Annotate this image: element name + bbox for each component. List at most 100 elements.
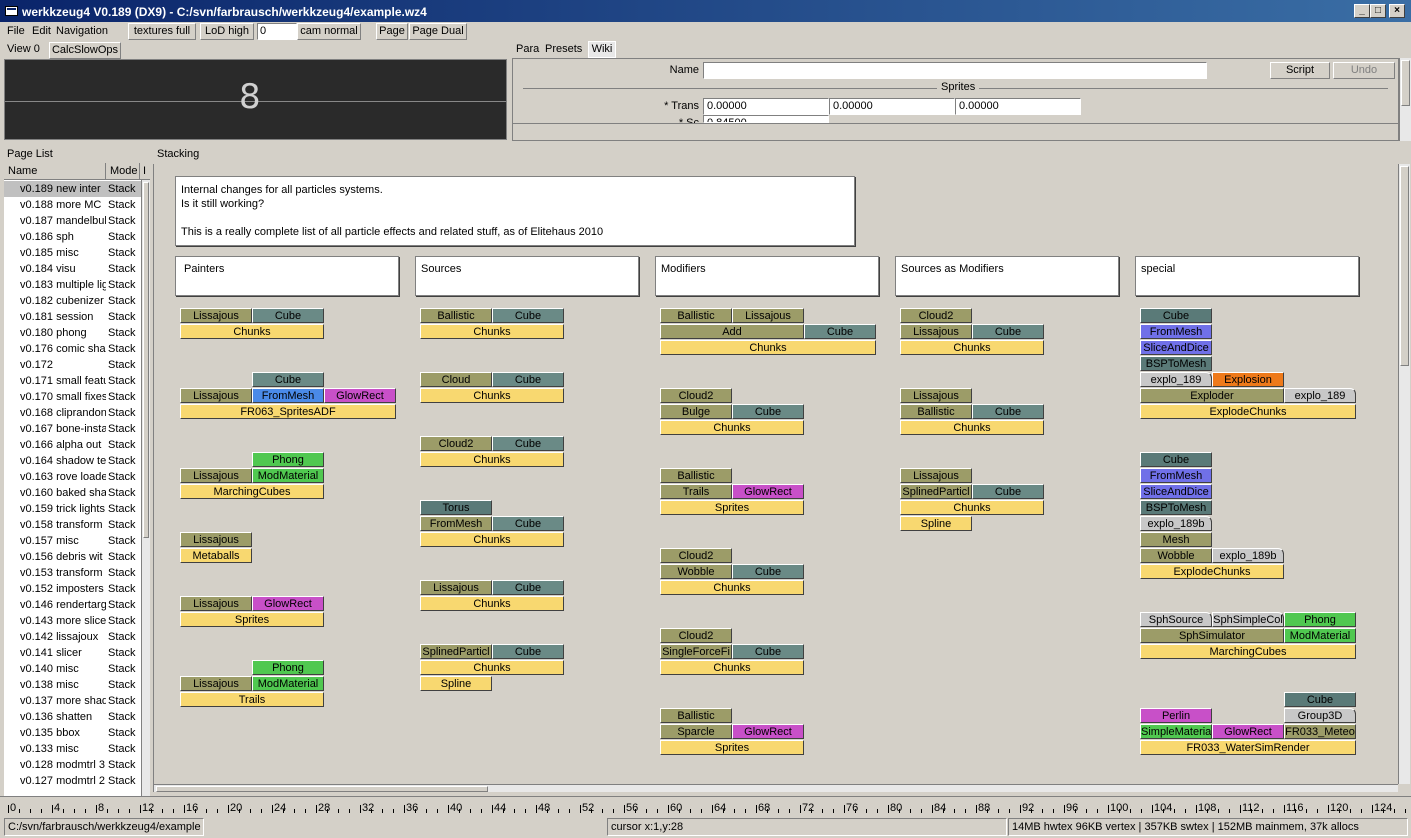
tab-para[interactable]: Para xyxy=(516,43,539,55)
operator-x1a[interactable]: Cube xyxy=(1140,308,1212,323)
operator-p4b[interactable]: Metaballs xyxy=(180,548,252,563)
operator-p2c[interactable]: FromMesh xyxy=(252,388,324,403)
operator-x2g[interactable]: Wobble xyxy=(1140,548,1212,563)
column-modifiers[interactable]: Modifiers xyxy=(655,256,879,296)
para-scrollbar[interactable] xyxy=(1399,58,1411,141)
operator-s1a[interactable]: Ballistic xyxy=(420,308,492,323)
operator-s1c[interactable]: Chunks xyxy=(420,324,564,339)
operator-x3f[interactable]: MarchingCubes xyxy=(1140,644,1356,659)
operator-m1d[interactable]: Cube xyxy=(804,324,876,339)
page-list-row[interactable]: v0.186 sph Stack xyxy=(4,229,144,245)
operator-x4g[interactable]: FR033_WaterSimRender xyxy=(1140,740,1356,755)
page-list-row[interactable]: v0.152 imposters Stack xyxy=(4,581,144,597)
operator-a1b[interactable]: Lissajous xyxy=(900,324,972,339)
operator-s3c[interactable]: Chunks xyxy=(420,452,564,467)
minimize-button[interactable]: _ xyxy=(1354,4,1370,18)
page-list-row[interactable]: v0.181 session Stack xyxy=(4,309,144,325)
page-list-row[interactable]: v0.157 misc Stack xyxy=(4,533,144,549)
page-list-row[interactable]: v0.138 misc Stack xyxy=(4,677,144,693)
operator-p5b[interactable]: GlowRect xyxy=(252,596,324,611)
page-list-row[interactable]: v0.128 modmtrl 3 Stack xyxy=(4,757,144,773)
cam-button[interactable]: cam normal xyxy=(297,23,361,40)
operator-s6c[interactable]: Chunks xyxy=(420,660,564,675)
operator-x3d[interactable]: SphSimulator xyxy=(1140,628,1284,643)
operator-m6c[interactable]: GlowRect xyxy=(732,724,804,739)
page-list-row[interactable]: v0.133 misc Stack xyxy=(4,741,144,757)
page-list-row[interactable]: v0.176 comic sha Stack xyxy=(4,341,144,357)
page-list-row[interactable]: v0.171 small featu Stack xyxy=(4,373,144,389)
operator-a2c[interactable]: Cube xyxy=(972,404,1044,419)
operator-x1b[interactable]: FromMesh xyxy=(1140,324,1212,339)
stacking-vscrollbar[interactable] xyxy=(1398,164,1410,784)
page-dual-button[interactable]: Page Dual xyxy=(409,23,467,40)
operator-a1c[interactable]: Cube xyxy=(972,324,1044,339)
operator-p3b[interactable]: Lissajous xyxy=(180,468,252,483)
menu-edit[interactable]: Edit xyxy=(32,25,51,37)
page-list-row[interactable]: v0.156 debris wit Stack xyxy=(4,549,144,565)
operator-x4c[interactable]: Group3D xyxy=(1284,708,1356,723)
operator-x4f[interactable]: FR033_Meteo xyxy=(1284,724,1356,739)
operator-p2d[interactable]: GlowRect xyxy=(324,388,396,403)
page-list-row[interactable]: v0.160 baked sha Stack xyxy=(4,485,144,501)
operator-m1c[interactable]: Add xyxy=(660,324,804,339)
operator-a3a[interactable]: Lissajous xyxy=(900,468,972,483)
operator-x2a[interactable]: Cube xyxy=(1140,452,1212,467)
operator-m3a[interactable]: Ballistic xyxy=(660,468,732,483)
page-list-row[interactable]: v0.180 phong Stack xyxy=(4,325,144,341)
intro-note[interactable]: Internal changes for all particles syste… xyxy=(175,176,855,246)
operator-p6c[interactable]: ModMaterial xyxy=(252,676,324,691)
column-sources[interactable]: Sources xyxy=(415,256,639,296)
script-button[interactable]: Script xyxy=(1270,62,1330,79)
undo-button[interactable]: Undo xyxy=(1333,62,1395,79)
operator-a2b[interactable]: Ballistic xyxy=(900,404,972,419)
textures-button[interactable]: textures full xyxy=(128,23,196,40)
stacking-hscroll-thumb[interactable] xyxy=(156,786,488,792)
operator-a1d[interactable]: Chunks xyxy=(900,340,1044,355)
operator-s4d[interactable]: Chunks xyxy=(420,532,564,547)
operator-p3d[interactable]: MarchingCubes xyxy=(180,484,324,499)
operator-x1d[interactable]: BSPToMesh xyxy=(1140,356,1212,371)
page-list-row[interactable]: v0.187 mandelbul Stack xyxy=(4,213,144,229)
operator-p5a[interactable]: Lissajous xyxy=(180,596,252,611)
operator-x3c[interactable]: Phong xyxy=(1284,612,1356,627)
page-list-scroll-thumb[interactable] xyxy=(143,182,149,538)
operator-s2b[interactable]: Cube xyxy=(492,372,564,387)
operator-m4b[interactable]: Wobble xyxy=(660,564,732,579)
col-name-header[interactable]: Name xyxy=(4,163,106,179)
operator-m5a[interactable]: Cloud2 xyxy=(660,628,732,643)
close-button[interactable]: × xyxy=(1389,4,1405,18)
page-list-row[interactable]: v0.146 rendertarg Stack xyxy=(4,597,144,613)
operator-x1h[interactable]: explo_189 xyxy=(1284,388,1356,403)
operator-m1a[interactable]: Ballistic xyxy=(660,308,732,323)
trans-z-field[interactable]: 0.00000 xyxy=(955,98,1081,115)
col-mode-header[interactable]: Mode xyxy=(106,163,140,179)
operator-a2a[interactable]: Lissajous xyxy=(900,388,972,403)
page-list-row[interactable]: v0.182 cubenizer Stack xyxy=(4,293,144,309)
operator-x4e[interactable]: GlowRect xyxy=(1212,724,1284,739)
stacking-vscroll-thumb[interactable] xyxy=(1400,166,1409,366)
trans-y-field[interactable]: 0.00000 xyxy=(829,98,955,115)
page-list-row[interactable]: v0.164 shadow te Stack xyxy=(4,453,144,469)
operator-x2c[interactable]: SliceAndDice xyxy=(1140,484,1212,499)
page-list-row[interactable]: v0.142 lissajoux Stack xyxy=(4,629,144,645)
operator-s6d[interactable]: Spline xyxy=(420,676,492,691)
menu-file[interactable]: File xyxy=(7,25,25,37)
operator-x2i[interactable]: ExplodeChunks xyxy=(1140,564,1284,579)
column-painters[interactable]: Painters xyxy=(175,256,399,296)
col-extra-header[interactable]: I xyxy=(141,163,148,179)
maximize-button[interactable]: □ xyxy=(1370,4,1386,18)
operator-x1f[interactable]: Explosion xyxy=(1212,372,1284,387)
operator-x3a[interactable]: SphSource xyxy=(1140,612,1212,627)
operator-s6b[interactable]: Cube xyxy=(492,644,564,659)
operator-x2e[interactable]: explo_189b xyxy=(1140,516,1212,531)
operator-p6b[interactable]: Lissajous xyxy=(180,676,252,691)
operator-m4a[interactable]: Cloud2 xyxy=(660,548,732,563)
operator-m2d[interactable]: Chunks xyxy=(660,420,804,435)
page-list-row[interactable]: v0.127 modmtrl 2 Stack xyxy=(4,773,144,789)
page-list-row[interactable]: v0.136 shatten Stack xyxy=(4,709,144,725)
page-list-row[interactable]: v0.189 new inter Stack xyxy=(4,181,144,197)
timeline-ruler[interactable]: 0 4 8 12 16 20 24 28 32 36 40 44 48 52 56 60 64 68 72 76 80 8… xyxy=(0,796,1411,816)
operator-m3b[interactable]: Trails xyxy=(660,484,732,499)
page-list-row[interactable]: v0.143 more slice Stack xyxy=(4,613,144,629)
operator-a2d[interactable]: Chunks xyxy=(900,420,1044,435)
